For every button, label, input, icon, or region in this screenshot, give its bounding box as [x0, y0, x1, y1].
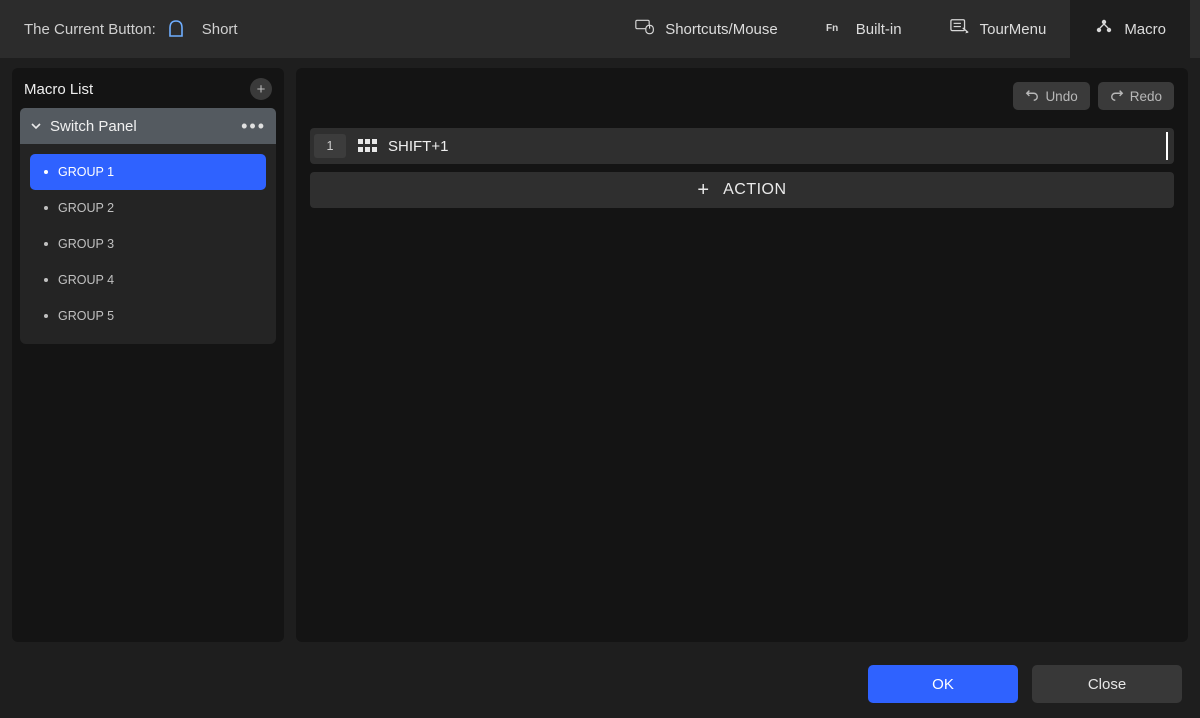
tab-label: Built-in	[856, 21, 902, 38]
add-action-label: ACTION	[723, 181, 786, 199]
more-options-button[interactable]: •••	[241, 116, 266, 137]
bullet-icon	[44, 206, 48, 210]
tab-tourmenu[interactable]: TourMenu	[926, 0, 1071, 58]
main-tabs: Shortcuts/Mouse Fn Built-in TourMenu Mac…	[611, 0, 1190, 58]
undo-redo-toolbar: Undo Redo	[1013, 82, 1174, 110]
redo-icon	[1110, 88, 1124, 105]
tab-shortcuts-mouse[interactable]: Shortcuts/Mouse	[611, 0, 802, 58]
fn-icon: Fn	[826, 18, 846, 40]
group-item-label: GROUP 2	[58, 201, 114, 215]
work-area: Macro List + Switch Panel ••• GROUP 1GRO…	[0, 58, 1200, 650]
plus-icon: +	[697, 180, 709, 200]
add-macro-button[interactable]: +	[250, 78, 272, 100]
group-item[interactable]: GROUP 3	[30, 226, 266, 262]
group-item[interactable]: GROUP 4	[30, 262, 266, 298]
button-shape-icon	[166, 19, 186, 39]
tab-builtin[interactable]: Fn Built-in	[802, 0, 926, 58]
tab-label: Shortcuts/Mouse	[665, 21, 778, 38]
group-item[interactable]: GROUP 5	[30, 298, 266, 334]
bullet-icon	[44, 314, 48, 318]
macro-panel-title: Switch Panel	[50, 118, 241, 135]
keyboard-icon	[358, 139, 378, 153]
close-button[interactable]: Close	[1032, 665, 1182, 703]
tab-label: Macro	[1124, 21, 1166, 38]
top-bar: The Current Button: Short Shortcuts/Mous…	[0, 0, 1200, 58]
macro-sidebar: Macro List + Switch Panel ••• GROUP 1GRO…	[12, 68, 284, 642]
sidebar-header: Macro List +	[12, 68, 284, 108]
bullet-icon	[44, 170, 48, 174]
macro-panel: Switch Panel ••• GROUP 1GROUP 2GROUP 3GR…	[20, 108, 276, 344]
current-button-indicator: The Current Button: Short	[24, 19, 238, 39]
bullet-icon	[44, 278, 48, 282]
svg-text:Fn: Fn	[826, 23, 838, 34]
group-item[interactable]: GROUP 2	[30, 190, 266, 226]
group-item-label: GROUP 5	[58, 309, 114, 323]
group-list: GROUP 1 GROUP 2 GROUP 3 GROUP 4 GROUP 5	[20, 144, 276, 336]
group-item-label: GROUP 3	[58, 237, 114, 251]
text-cursor	[1166, 132, 1168, 160]
plus-icon: +	[257, 82, 266, 97]
action-row[interactable]: 1 SHIFT+1	[310, 128, 1174, 164]
current-button-label: The Current Button:	[24, 21, 156, 38]
undo-icon	[1025, 88, 1039, 105]
tab-macro[interactable]: Macro	[1070, 0, 1190, 58]
ok-button[interactable]: OK	[868, 665, 1018, 703]
redo-label: Redo	[1130, 89, 1162, 104]
close-label: Close	[1088, 676, 1126, 693]
keyboard-mouse-icon	[635, 18, 655, 40]
undo-label: Undo	[1045, 89, 1077, 104]
group-item-label: GROUP 4	[58, 273, 114, 287]
bullet-icon	[44, 242, 48, 246]
sidebar-title: Macro List	[24, 81, 93, 98]
macro-editor: Undo Redo 1 SHIFT+1 + ACTION	[296, 68, 1188, 642]
ok-label: OK	[932, 676, 954, 693]
macro-panel-header[interactable]: Switch Panel •••	[20, 108, 276, 144]
action-row-label: SHIFT+1	[388, 138, 448, 155]
undo-button[interactable]: Undo	[1013, 82, 1089, 110]
dialog-footer: OK Close	[0, 650, 1200, 718]
macro-icon	[1094, 18, 1114, 40]
redo-button[interactable]: Redo	[1098, 82, 1174, 110]
group-item[interactable]: GROUP 1	[30, 154, 266, 190]
group-item-label: GROUP 1	[58, 165, 114, 179]
chevron-down-icon	[30, 120, 42, 132]
action-list: 1 SHIFT+1 + ACTION	[310, 128, 1174, 208]
tab-label: TourMenu	[980, 21, 1047, 38]
action-row-index: 1	[314, 134, 346, 158]
add-action-button[interactable]: + ACTION	[310, 172, 1174, 208]
current-button-value: Short	[202, 21, 238, 38]
tourmenu-icon	[950, 18, 970, 40]
